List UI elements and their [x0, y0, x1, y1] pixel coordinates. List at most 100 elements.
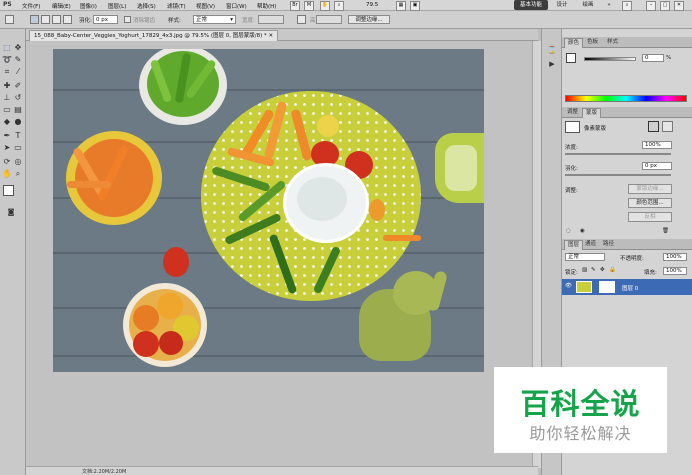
- marquee-tool-icon[interactable]: ⬚: [2, 43, 12, 53]
- history-panel-icon[interactable]: ⌛: [547, 45, 557, 55]
- opacity-label: 不透明度:: [620, 256, 644, 262]
- tab-paths[interactable]: 路径: [600, 240, 617, 249]
- lasso-tool-icon[interactable]: ➰: [2, 55, 12, 65]
- move-tool-icon[interactable]: ✥: [13, 43, 23, 53]
- subtract-selection-icon[interactable]: [52, 15, 61, 24]
- lock-transparent-icon[interactable]: ▨: [582, 267, 587, 273]
- menu-image[interactable]: 图像(I): [80, 2, 97, 10]
- restore-icon[interactable]: ▢: [660, 1, 670, 11]
- feather-input[interactable]: 0 px: [93, 15, 118, 24]
- document-image[interactable]: [53, 49, 484, 372]
- close-tab-icon[interactable]: ✕: [269, 33, 274, 39]
- menu-filter[interactable]: 滤镜(T): [167, 2, 186, 10]
- tab-color[interactable]: 颜色: [564, 38, 584, 48]
- vector-mask-icon[interactable]: [662, 121, 673, 132]
- actions-panel-icon[interactable]: ▶: [547, 59, 557, 69]
- tab-layers[interactable]: 图层: [564, 240, 584, 250]
- new-selection-icon[interactable]: [30, 15, 39, 24]
- pen-tool-icon[interactable]: ✒: [2, 131, 12, 141]
- minibridge-icon[interactable]: M: [304, 1, 314, 11]
- close-icon[interactable]: ✕: [674, 1, 684, 11]
- layer-name[interactable]: 图层 0: [622, 284, 638, 292]
- tab-masks[interactable]: 蒙版: [582, 108, 602, 118]
- invert-button[interactable]: 反相: [628, 212, 672, 222]
- refine-edge-button[interactable]: 调整边缘...: [348, 15, 390, 24]
- workspace-painting[interactable]: 绘画: [578, 0, 598, 10]
- mask-edge-button[interactable]: 蒙版边缘...: [628, 184, 672, 194]
- width-input[interactable]: [258, 15, 284, 24]
- crop-tool-icon[interactable]: ⌗: [2, 67, 12, 77]
- history-brush-tool-icon[interactable]: ↺: [13, 93, 23, 103]
- color-value-input[interactable]: 0: [642, 54, 664, 62]
- bridge-icon[interactable]: Br: [290, 1, 300, 11]
- menu-window[interactable]: 窗口(W): [226, 2, 247, 10]
- 3d-rotate-tool-icon[interactable]: ⟳: [2, 157, 12, 167]
- color-spectrum[interactable]: [565, 95, 687, 102]
- density-input[interactable]: 100%: [642, 141, 672, 149]
- trash-icon[interactable]: 🗑: [662, 228, 669, 234]
- menu-select[interactable]: 选择(S): [137, 2, 156, 10]
- antialias-checkbox[interactable]: [124, 16, 131, 23]
- color-slider[interactable]: [584, 57, 636, 61]
- screen-mode-icon[interactable]: ▣: [410, 1, 420, 11]
- menu-edit[interactable]: 编辑(E): [52, 2, 71, 10]
- dodge-tool-icon[interactable]: ●: [13, 117, 23, 127]
- layer-visibility-icon[interactable]: 👁: [565, 283, 572, 289]
- lock-all-icon[interactable]: 🔒: [609, 267, 616, 273]
- hand-tool-icon[interactable]: ✋: [2, 169, 12, 179]
- eye-icon[interactable]: ◉: [580, 228, 585, 234]
- tab-adjustments[interactable]: 调整: [564, 108, 581, 117]
- workspace-essentials[interactable]: 基本功能: [514, 0, 548, 10]
- zoom-tool-icon[interactable]: ⌕: [334, 1, 344, 11]
- marquee-preset-icon[interactable]: [5, 15, 14, 24]
- quick-select-tool-icon[interactable]: ✎: [13, 55, 23, 65]
- gradient-tool-icon[interactable]: ▤: [13, 105, 23, 115]
- arrange-docs-icon[interactable]: ▦: [396, 1, 406, 11]
- swap-dimensions-icon[interactable]: [297, 15, 306, 24]
- quick-mask-icon[interactable]: ◙: [6, 207, 16, 217]
- intersect-selection-icon[interactable]: [63, 15, 72, 24]
- fill-input[interactable]: 100%: [663, 267, 687, 275]
- zoom-level[interactable]: 79.5: [366, 2, 378, 8]
- color-range-button[interactable]: 颜色范围...: [628, 198, 672, 208]
- search-icon[interactable]: ⌕: [622, 1, 632, 11]
- pixel-mask-icon[interactable]: [648, 121, 659, 132]
- mask-feather-slider[interactable]: [565, 174, 671, 176]
- color-fg-swatch[interactable]: [566, 53, 576, 63]
- foreground-color-swatch[interactable]: [3, 185, 14, 196]
- workspace-more-button[interactable]: »: [604, 0, 614, 10]
- menu-view[interactable]: 视图(V): [196, 2, 215, 10]
- hand-tool-icon[interactable]: ✋: [320, 1, 330, 11]
- layer-mask-thumbnail[interactable]: [599, 281, 615, 293]
- opacity-input[interactable]: 100%: [663, 253, 687, 261]
- path-select-tool-icon[interactable]: ➤: [2, 143, 12, 153]
- tab-swatches[interactable]: 色板: [584, 38, 601, 47]
- type-tool-icon[interactable]: T: [13, 131, 23, 141]
- eyedropper-tool-icon[interactable]: ⁄: [13, 67, 23, 77]
- menu-file[interactable]: 文件(F): [22, 2, 40, 10]
- height-input[interactable]: [316, 15, 342, 24]
- workspace-design[interactable]: 设计: [552, 0, 572, 10]
- load-selection-icon[interactable]: ◌: [566, 228, 571, 234]
- blend-mode-select[interactable]: 正常: [565, 253, 605, 261]
- tab-channels[interactable]: 通道: [582, 240, 599, 249]
- lock-pixels-icon[interactable]: ✎: [591, 267, 596, 273]
- zoom-tool-icon[interactable]: ⌕: [13, 169, 23, 179]
- minimize-icon[interactable]: –: [646, 1, 656, 11]
- 3d-orbit-tool-icon[interactable]: ◎: [13, 157, 23, 167]
- menu-help[interactable]: 帮助(H): [257, 2, 276, 10]
- eraser-tool-icon[interactable]: ▭: [2, 105, 12, 115]
- menu-layer[interactable]: 图层(L): [108, 2, 126, 10]
- lock-position-icon[interactable]: ✥: [600, 267, 605, 273]
- brush-tool-icon[interactable]: ✐: [13, 81, 23, 91]
- style-select[interactable]: 正常 ▾: [193, 15, 236, 24]
- stamp-tool-icon[interactable]: ⊥: [2, 93, 12, 103]
- blur-tool-icon[interactable]: ◆: [2, 117, 12, 127]
- layer-row[interactable]: 👁 图层 0: [562, 279, 692, 295]
- tab-styles[interactable]: 样式: [604, 38, 621, 47]
- density-slider[interactable]: [565, 153, 671, 155]
- mask-feather-input[interactable]: 0 px: [642, 162, 672, 170]
- add-selection-icon[interactable]: [41, 15, 50, 24]
- healing-tool-icon[interactable]: ✚: [2, 81, 12, 91]
- shape-tool-icon[interactable]: ▭: [13, 143, 23, 153]
